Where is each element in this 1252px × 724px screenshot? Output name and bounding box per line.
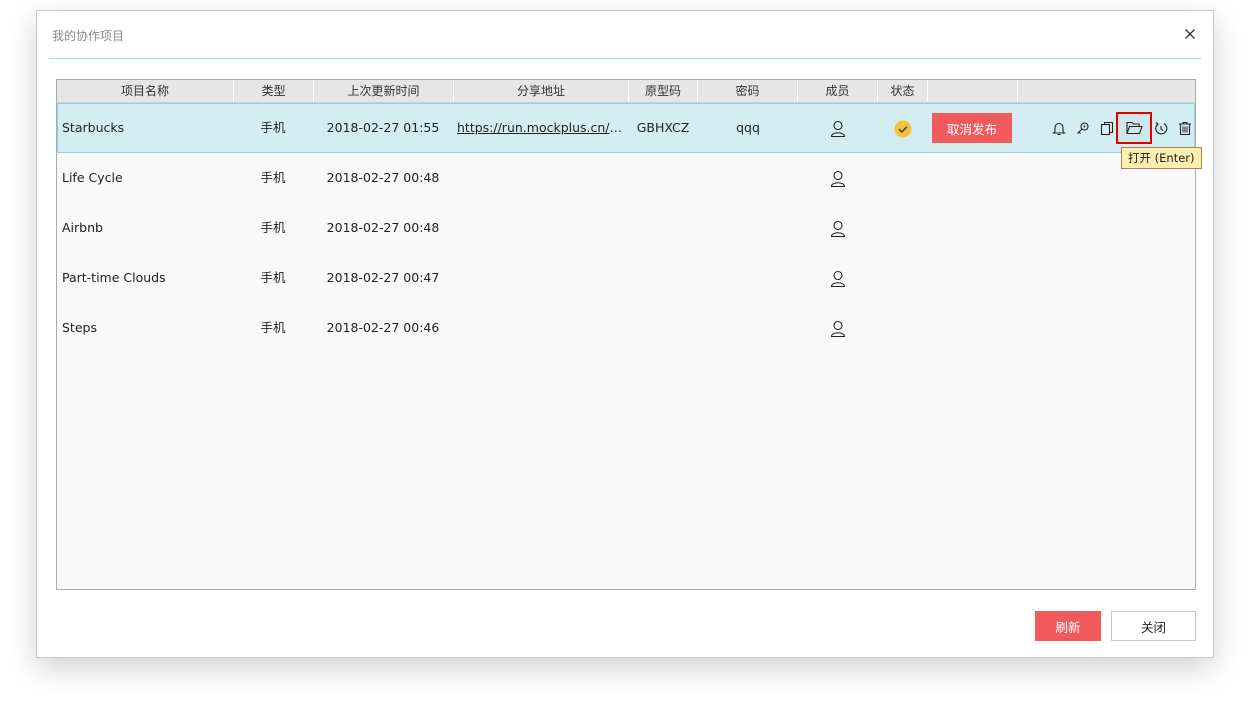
folder-open-icon [1125, 121, 1143, 135]
password-button[interactable] [1071, 116, 1095, 140]
password: qqq [736, 120, 760, 135]
title-divider [49, 58, 1201, 59]
project-updated: 2018-02-27 00:47 [326, 270, 440, 285]
header-status[interactable]: 状态 [878, 80, 928, 102]
project-name: Part-time Clouds [62, 270, 166, 285]
members-button[interactable] [798, 103, 878, 153]
project-type: 手机 [260, 170, 286, 185]
project-updated: 2018-02-27 00:48 [326, 220, 440, 235]
members-button[interactable] [798, 203, 878, 253]
user-icon [830, 320, 846, 337]
open-button[interactable] [1116, 112, 1152, 144]
header-password[interactable]: 密码 [698, 80, 798, 102]
project-name: Airbnb [62, 220, 103, 235]
trash-icon [1179, 121, 1191, 135]
prototype-code: GBHXCZ [636, 120, 690, 135]
project-updated: 2018-02-27 00:46 [326, 320, 440, 335]
project-type: 手机 [260, 120, 286, 135]
history-button[interactable] [1149, 116, 1173, 140]
bell-icon [1052, 122, 1066, 135]
project-updated: 2018-02-27 00:48 [326, 170, 440, 185]
notify-button[interactable] [1047, 116, 1071, 140]
members-button[interactable] [798, 253, 878, 303]
refresh-button[interactable]: 刷新 [1035, 611, 1101, 641]
header-members[interactable]: 成员 [798, 80, 878, 102]
user-icon [830, 170, 846, 187]
header-url[interactable]: 分享地址 [454, 80, 629, 102]
project-name: Steps [62, 320, 97, 335]
collab-projects-dialog: 我的协作项目 项目名称 类型 上次更新时间 分享地址 原型码 密码 成员 状态 … [36, 10, 1214, 658]
user-icon [830, 220, 846, 237]
history-icon [1155, 121, 1168, 134]
table-row[interactable]: Airbnb 手机 2018-02-27 00:48 [57, 203, 1195, 253]
table-row[interactable]: Part-time Clouds 手机 2018-02-27 00:47 [57, 253, 1195, 303]
table-row[interactable]: Starbucks 手机 2018-02-27 01:55 https://ru… [57, 103, 1195, 153]
open-tooltip: 打开 (Enter) [1121, 147, 1202, 169]
copy-icon [1100, 121, 1114, 135]
share-url-link[interactable]: https://run.mockplus.cn/E... [457, 103, 627, 153]
projects-table: 项目名称 类型 上次更新时间 分享地址 原型码 密码 成员 状态 Starbuc… [56, 79, 1196, 590]
project-updated: 2018-02-27 01:55 [326, 120, 440, 135]
row-actions [1047, 103, 1195, 153]
dialog-title: 我的协作项目 [52, 29, 125, 43]
members-button[interactable] [798, 303, 878, 353]
delete-button[interactable] [1173, 116, 1195, 140]
members-button[interactable] [798, 153, 878, 203]
project-type: 手机 [260, 220, 286, 235]
table-row[interactable]: Steps 手机 2018-02-27 00:46 [57, 303, 1195, 353]
header-name[interactable]: 项目名称 [57, 80, 234, 102]
project-type: 手机 [260, 270, 286, 285]
table-row[interactable]: Life Cycle 手机 2018-02-27 00:48 [57, 153, 1195, 203]
check-circle-icon [894, 120, 912, 137]
key-icon [1077, 121, 1089, 134]
user-icon [830, 270, 846, 287]
unpublish-button[interactable]: 取消发布 [932, 113, 1012, 143]
status-indicator [878, 103, 928, 153]
close-button[interactable] [1181, 25, 1199, 43]
project-type: 手机 [260, 320, 286, 335]
header-publish [928, 80, 1018, 102]
header-code[interactable]: 原型码 [629, 80, 698, 102]
table-header: 项目名称 类型 上次更新时间 分享地址 原型码 密码 成员 状态 [57, 80, 1195, 103]
header-updated[interactable]: 上次更新时间 [314, 80, 454, 102]
user-icon [830, 120, 846, 137]
project-name: Starbucks [62, 120, 125, 135]
header-type[interactable]: 类型 [234, 80, 314, 102]
close-icon [1185, 29, 1195, 39]
header-actions [1018, 80, 1195, 102]
project-name: Life Cycle [62, 170, 123, 185]
close-dialog-button[interactable]: 关闭 [1111, 611, 1196, 641]
